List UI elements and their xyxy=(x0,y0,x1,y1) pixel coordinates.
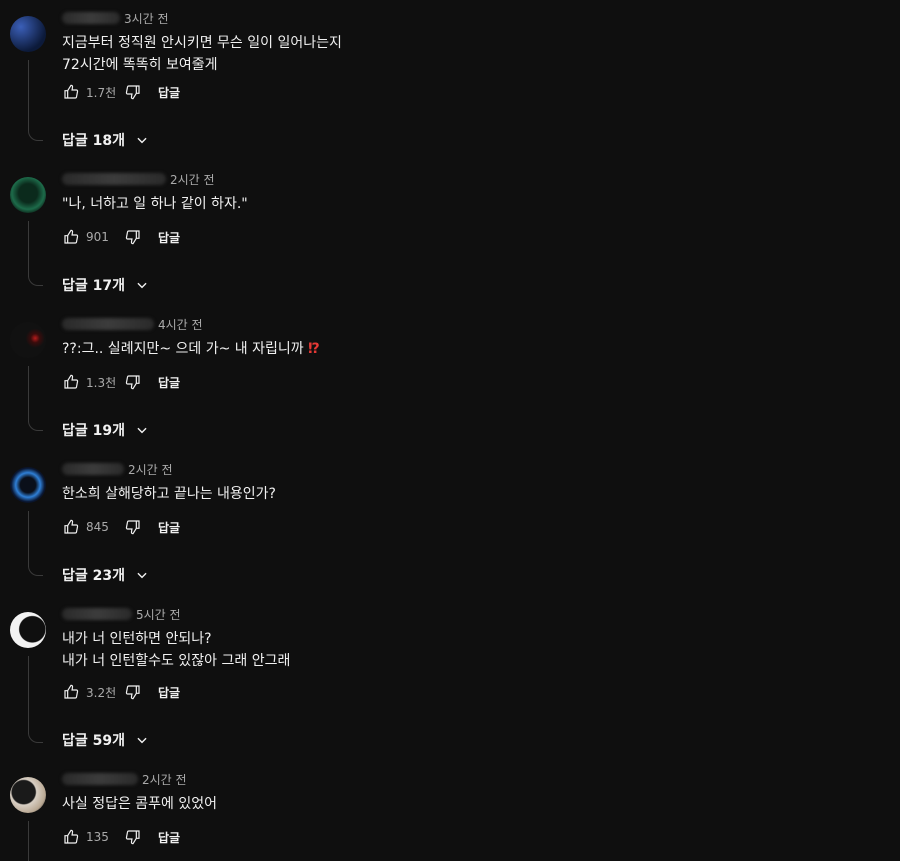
comment-time: 2시간 전 xyxy=(142,772,187,787)
replies-label: 답글 59개 xyxy=(62,733,125,749)
comment-time: 2시간 전 xyxy=(170,172,215,187)
avatar[interactable] xyxy=(10,322,46,358)
thread-hook xyxy=(28,561,43,576)
comment-actions: 901 답글 xyxy=(62,225,180,249)
thread-line xyxy=(28,821,29,861)
redacted-username xyxy=(62,463,124,475)
replies-label: 답글 18개 xyxy=(62,133,125,149)
comment-text: ??:그.. 실례지만~ 으데 가~ 내 자립니까 ⁉ xyxy=(62,338,320,360)
thumbs-up-icon[interactable] xyxy=(62,518,80,536)
redacted-username xyxy=(62,173,166,185)
comment-meta: 2시간 전 xyxy=(62,461,173,477)
chevron-down-icon xyxy=(137,572,147,579)
thread-hook xyxy=(28,728,43,743)
avatar[interactable] xyxy=(10,612,46,648)
redacted-username xyxy=(62,608,132,620)
thread-line xyxy=(28,656,29,734)
reply-button[interactable]: 답글 xyxy=(158,84,180,101)
comment-text: 한소희 살해당하고 끝나는 내용인가? xyxy=(62,486,276,502)
thumbs-up-icon[interactable] xyxy=(62,83,80,101)
comment-text: "나, 너하고 일 하나 같이 하자." xyxy=(62,196,248,212)
view-replies-button[interactable]: 답글 19개 xyxy=(62,420,149,440)
like-count: 1.3천 xyxy=(86,375,117,390)
reply-button[interactable]: 답글 xyxy=(158,374,180,391)
comment-actions: 845 답글 xyxy=(62,515,180,539)
avatar[interactable] xyxy=(10,16,46,52)
redacted-username xyxy=(62,318,154,330)
thumbs-up-icon[interactable] xyxy=(62,228,80,246)
view-replies-button[interactable]: 답글 59개 xyxy=(62,730,149,750)
comment-actions: 135 답글 xyxy=(62,825,180,849)
comment-time: 5시간 전 xyxy=(136,607,181,622)
like-count: 3.2천 xyxy=(86,685,117,700)
like-count: 1.7천 xyxy=(86,85,117,100)
like-count: 135 xyxy=(86,830,109,844)
avatar[interactable] xyxy=(10,777,46,813)
redacted-username xyxy=(62,773,138,785)
view-replies-button[interactable]: 답글 23개 xyxy=(62,565,149,585)
thumbs-down-icon[interactable] xyxy=(124,828,142,846)
comment-meta: 2시간 전 xyxy=(62,171,215,187)
replies-label: 답글 17개 xyxy=(62,278,125,294)
comment-text: 내가 너 인턴하면 안되나? 내가 너 인턴할수도 있잖아 그래 안그래 xyxy=(62,631,291,669)
reply-button[interactable]: 답글 xyxy=(158,519,180,536)
thumbs-down-icon[interactable] xyxy=(124,683,142,701)
comment-time: 4시간 전 xyxy=(158,317,203,332)
comment-time: 2시간 전 xyxy=(128,462,173,477)
comment-meta: 3시간 전 xyxy=(62,10,169,26)
chevron-down-icon xyxy=(137,427,147,434)
chevron-down-icon xyxy=(137,737,147,744)
like-count: 845 xyxy=(86,520,109,534)
comment-text: 지금부터 정직원 안시키면 무슨 일이 일어나는지 72시간에 똑똑히 보여줄게 xyxy=(62,35,342,73)
comment-text: 사실 정답은 콤푸에 있었어 xyxy=(62,796,218,812)
thumbs-down-icon[interactable] xyxy=(124,228,142,246)
thumbs-up-icon[interactable] xyxy=(62,373,80,391)
reply-button[interactable]: 답글 xyxy=(158,684,180,701)
chevron-down-icon xyxy=(137,137,147,144)
thumbs-up-icon[interactable] xyxy=(62,828,80,846)
replies-label: 답글 23개 xyxy=(62,568,125,584)
comment-text-body: ??:그.. 실례지만~ 으데 가~ 내 자립니까 xyxy=(62,341,309,357)
thread-hook xyxy=(28,416,43,431)
redacted-username xyxy=(62,12,120,24)
comment-meta: 4시간 전 xyxy=(62,316,203,332)
thread-line xyxy=(28,60,29,130)
comment-time: 3시간 전 xyxy=(124,11,169,26)
view-replies-button[interactable]: 답글 17개 xyxy=(62,275,149,295)
comment-meta: 5시간 전 xyxy=(62,606,181,622)
replies-label: 답글 19개 xyxy=(62,423,125,439)
thumbs-down-icon[interactable] xyxy=(124,373,142,391)
thread-hook xyxy=(28,271,43,286)
thread-line xyxy=(28,511,29,567)
comment-actions: 1.3천 답글 xyxy=(62,370,180,394)
thread-hook xyxy=(28,126,43,141)
exclamation-question-emoji: ⁉ xyxy=(308,341,320,357)
avatar[interactable] xyxy=(10,467,46,503)
thread-line xyxy=(28,221,29,277)
comment-actions: 1.7천 답글 xyxy=(62,80,180,104)
thumbs-down-icon[interactable] xyxy=(124,83,142,101)
avatar[interactable] xyxy=(10,177,46,213)
reply-button[interactable]: 답글 xyxy=(158,229,180,246)
thread-line xyxy=(28,366,29,422)
chevron-down-icon xyxy=(137,282,147,289)
thumbs-down-icon[interactable] xyxy=(124,518,142,536)
view-replies-button[interactable]: 답글 18개 xyxy=(62,130,149,150)
comment-actions: 3.2천 답글 xyxy=(62,680,180,704)
like-count: 901 xyxy=(86,230,109,244)
thumbs-up-icon[interactable] xyxy=(62,683,80,701)
comment-meta: 2시간 전 xyxy=(62,771,187,787)
reply-button[interactable]: 답글 xyxy=(158,829,180,846)
